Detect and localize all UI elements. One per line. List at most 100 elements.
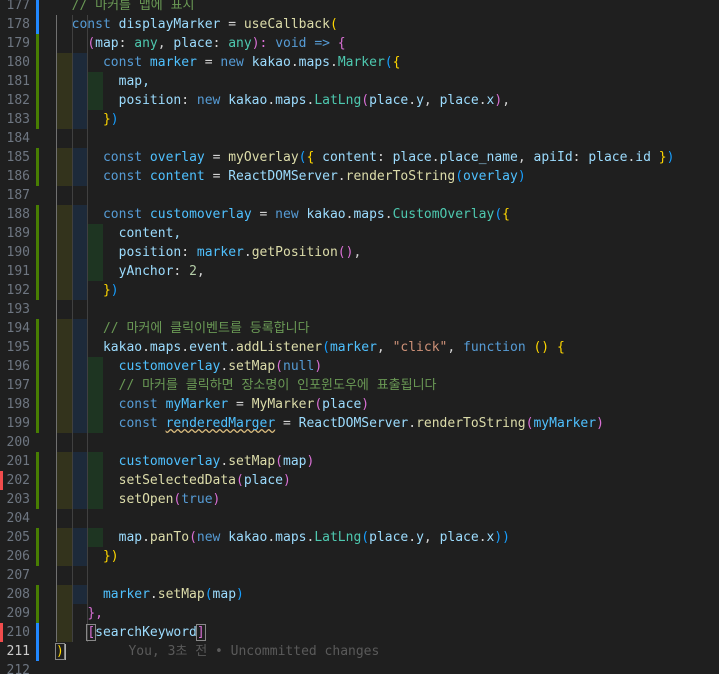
code-text[interactable]: // 마커에 클릭이벤트를 등록합니다 [56,319,310,338]
code-line[interactable]: 207 [0,566,719,585]
code-text[interactable]: content, [56,224,182,243]
git-change-marker[interactable] [36,0,39,15]
code-text[interactable]: customoverlay.setMap(null) [56,357,323,376]
code-line[interactable]: 192 }) [0,281,719,300]
code-text[interactable]: setSelectedData(place) [56,471,291,490]
git-change-marker[interactable] [36,319,39,338]
code-line[interactable]: 208 marker.setMap(map) [0,585,719,604]
git-change-marker[interactable] [36,642,39,661]
git-change-marker[interactable] [36,34,39,53]
line-number[interactable]: 189 [0,224,30,243]
line-number[interactable]: 191 [0,262,30,281]
code-line[interactable]: 211 ) You, 3초 전 • Uncommitted changes [0,642,719,661]
code-line[interactable]: 195 kakao.maps.event.addListener(marker,… [0,338,719,357]
git-change-marker[interactable] [36,53,39,72]
line-number[interactable]: 183 [0,110,30,129]
code-line[interactable]: 181 map, [0,72,719,91]
code-text[interactable]: const content = ReactDOMServer.renderToS… [56,167,526,186]
line-number[interactable]: 212 [0,661,30,674]
code-text[interactable]: const marker = new kakao.maps.Marker({ [56,53,400,72]
line-number[interactable]: 192 [0,281,30,300]
line-number[interactable]: 180 [0,53,30,72]
git-change-marker[interactable] [36,148,39,167]
code-line[interactable]: 188 const customoverlay = new kakao.maps… [0,205,719,224]
code-text[interactable]: (map: any, place: any): void => { [56,34,345,53]
git-change-marker[interactable] [36,604,39,623]
line-number[interactable]: 187 [0,186,30,205]
code-line[interactable]: 212 [0,661,719,674]
code-line[interactable]: 177 // 마커를 맵에 표시 [0,0,719,15]
line-number[interactable]: 209 [0,604,30,623]
code-line[interactable]: 194 // 마커에 클릭이벤트를 등록합니다 [0,319,719,338]
code-text[interactable]: const displayMarker = useCallback( [56,15,338,34]
code-text[interactable]: position: new kakao.maps.LatLng(place.y,… [56,91,510,110]
code-line[interactable]: 187 [0,186,719,205]
git-change-marker[interactable] [36,110,39,129]
code-line[interactable]: 198 const myMarker = MyMarker(place) [0,395,719,414]
code-text[interactable]: const customoverlay = new kakao.maps.Cus… [56,205,510,224]
code-text[interactable]: marker.setMap(map) [56,585,244,604]
code-text[interactable]: [searchKeyword] [56,623,206,642]
git-change-marker[interactable] [36,91,39,110]
git-change-marker[interactable] [36,547,39,566]
git-change-marker[interactable] [36,528,39,547]
line-number[interactable]: 193 [0,300,30,319]
line-number[interactable]: 211 [0,642,30,661]
git-change-marker[interactable] [36,623,39,642]
code-line[interactable]: 206 }) [0,547,719,566]
git-change-marker[interactable] [36,262,39,281]
code-line[interactable]: 180 const marker = new kakao.maps.Marker… [0,53,719,72]
code-line[interactable]: 202 setSelectedData(place) [0,471,719,490]
code-text[interactable]: }) [56,547,119,566]
code-line[interactable]: 193 [0,300,719,319]
code-line[interactable]: 203 setOpen(true) [0,490,719,509]
code-line[interactable]: 201 customoverlay.setMap(map) [0,452,719,471]
code-line[interactable]: 178 const displayMarker = useCallback( [0,15,719,34]
code-text[interactable]: // 마커를 맵에 표시 [56,0,195,15]
code-editor[interactable]: 177 // 마커를 맵에 표시 178 const displayMarker … [0,0,719,674]
git-change-marker[interactable] [36,357,39,376]
code-line[interactable]: 196 customoverlay.setMap(null) [0,357,719,376]
code-line[interactable]: 186 const content = ReactDOMServer.rende… [0,167,719,186]
line-number[interactable]: 182 [0,91,30,110]
code-line[interactable]: 205 map.panTo(new kakao.maps.LatLng(plac… [0,528,719,547]
code-line[interactable]: 182 position: new kakao.maps.LatLng(plac… [0,91,719,110]
code-line[interactable]: 197 // 마커를 클릭하면 장소명이 인포윈도우에 표출됩니다 [0,376,719,395]
line-number[interactable]: 181 [0,72,30,91]
line-number[interactable]: 197 [0,376,30,395]
git-change-marker[interactable] [36,376,39,395]
code-text[interactable]: position: marker.getPosition(), [56,243,362,262]
code-line[interactable]: 210 [searchKeyword] [0,623,719,642]
git-change-marker[interactable] [36,585,39,604]
code-line[interactable]: 190 position: marker.getPosition(), [0,243,719,262]
git-change-marker[interactable] [36,224,39,243]
line-number[interactable]: 179 [0,34,30,53]
code-line[interactable]: 184 [0,129,719,148]
code-line[interactable]: 179 (map: any, place: any): void => { [0,34,719,53]
line-number[interactable]: 208 [0,585,30,604]
code-text[interactable]: ) You, 3초 전 • Uncommitted changes [55,642,379,661]
code-line[interactable]: 183 }) [0,110,719,129]
git-change-marker[interactable] [36,490,39,509]
code-line[interactable]: 189 content, [0,224,719,243]
line-number[interactable]: 196 [0,357,30,376]
code-text[interactable]: yAnchor: 2, [56,262,205,281]
line-number[interactable]: 205 [0,528,30,547]
git-change-marker[interactable] [36,15,39,34]
git-change-marker[interactable] [36,205,39,224]
line-number[interactable]: 202 [0,471,30,490]
code-line[interactable]: 199 const renderedMarger = ReactDOMServe… [0,414,719,433]
code-text[interactable]: }) [56,281,119,300]
line-number[interactable]: 195 [0,338,30,357]
code-text[interactable]: // 마커를 클릭하면 장소명이 인포윈도우에 표출됩니다 [56,376,437,395]
line-number[interactable]: 198 [0,395,30,414]
line-number[interactable]: 184 [0,129,30,148]
line-number[interactable]: 206 [0,547,30,566]
code-text[interactable]: }) [56,110,119,129]
code-line[interactable]: 204 [0,509,719,528]
git-change-marker[interactable] [36,72,39,91]
code-text[interactable]: map.panTo(new kakao.maps.LatLng(place.y,… [56,528,510,547]
code-line[interactable]: 209 }, [0,604,719,623]
git-change-marker[interactable] [36,452,39,471]
code-text[interactable]: kakao.maps.event.addListener(marker, "cl… [56,338,565,357]
